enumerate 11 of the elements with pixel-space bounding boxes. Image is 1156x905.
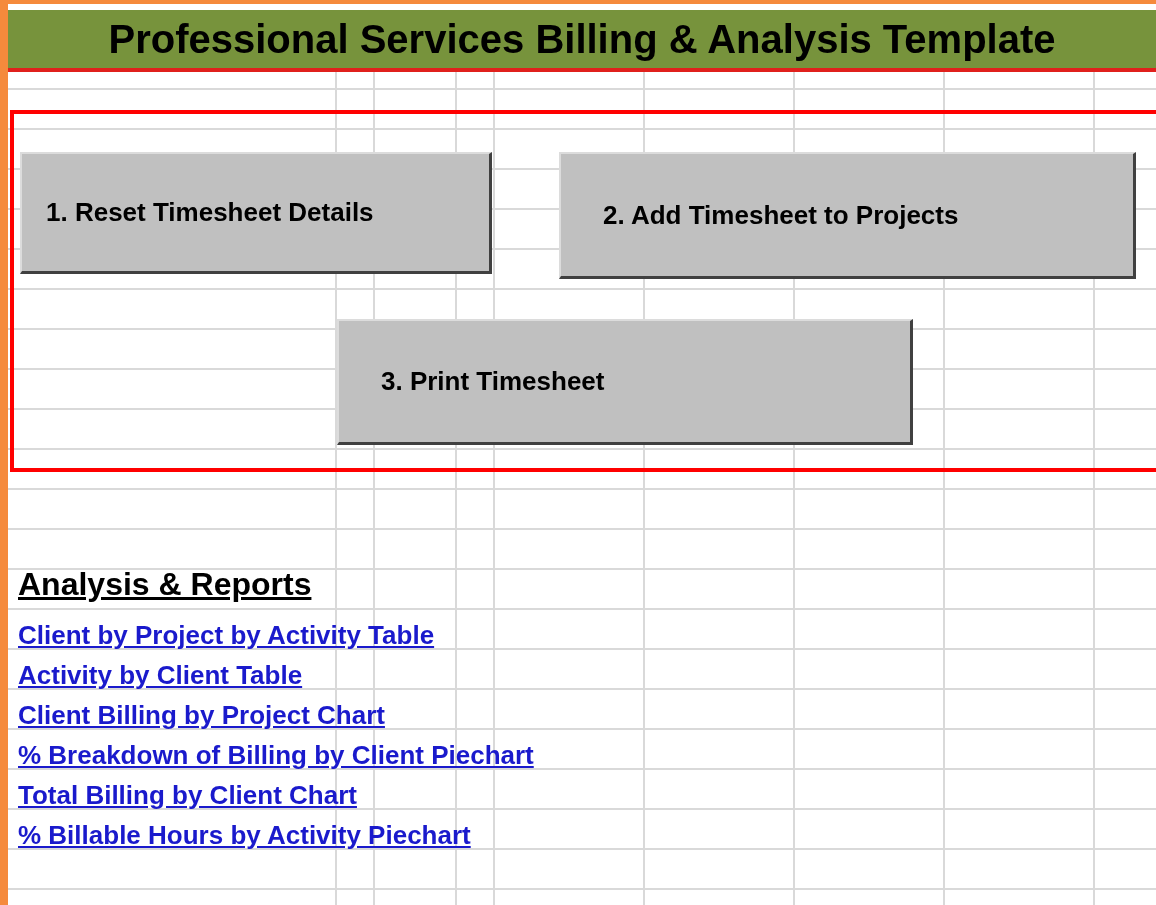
report-link[interactable]: Total Billing by Client Chart bbox=[18, 779, 357, 811]
report-link[interactable]: Client by Project by Activity Table bbox=[18, 619, 435, 651]
sheet-title: Professional Services Billing & Analysis Template bbox=[8, 10, 1156, 72]
report-link[interactable]: Activity by Client Table bbox=[18, 659, 303, 691]
report-link[interactable]: % Billable Hours by Activity Piechart bbox=[18, 819, 471, 851]
section-heading: Analysis & Reports bbox=[18, 566, 312, 603]
macro-button[interactable]: 2. Add Timesheet to Projects bbox=[559, 152, 1136, 279]
macro-button[interactable]: 3. Print Timesheet bbox=[337, 319, 913, 445]
report-link[interactable]: % Breakdown of Billing by Client Piechart bbox=[18, 739, 534, 771]
macro-button[interactable]: 1. Reset Timesheet Details bbox=[20, 152, 492, 274]
report-link[interactable]: Client Billing by Project Chart bbox=[18, 699, 385, 731]
